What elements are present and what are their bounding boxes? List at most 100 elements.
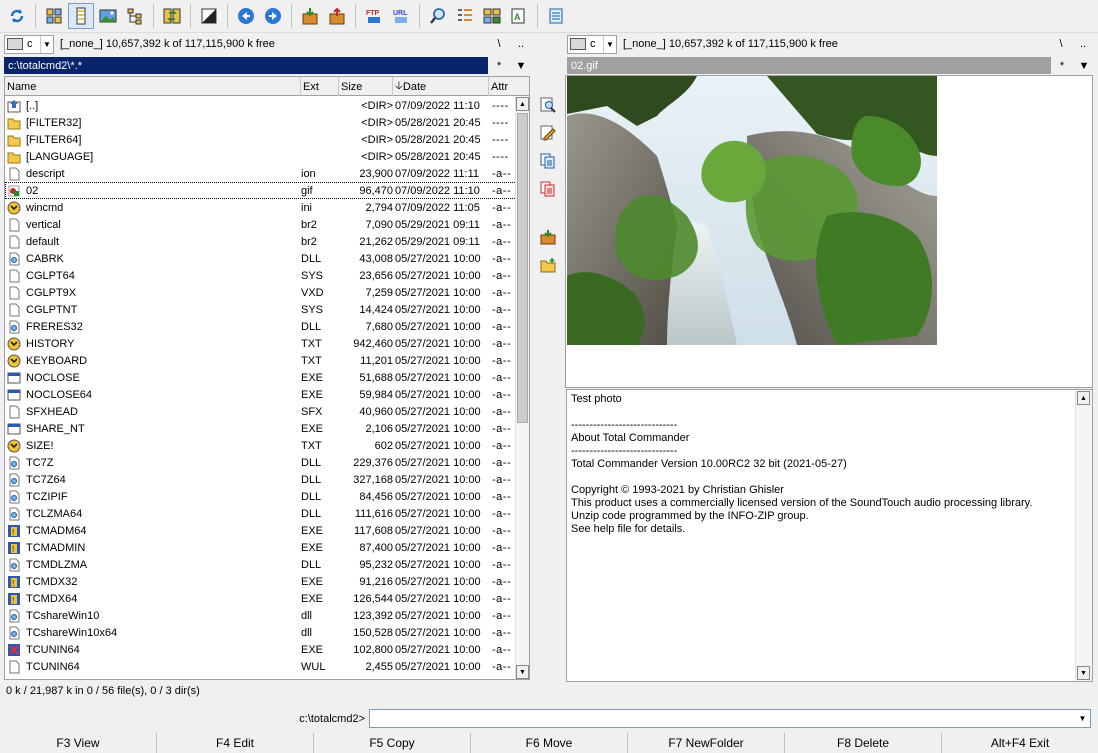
compare-button[interactable] [479,3,505,29]
command-input[interactable]: ▼ [369,709,1091,728]
f7-newfolder-button[interactable]: F7 NewFolder [627,733,784,753]
back-button[interactable] [233,3,259,29]
file-row[interactable]: CGLPT64 SYS 23,656 05/27/2021 10:00 -a-- [5,267,517,284]
left-drive-select[interactable]: c ▼ [4,34,54,54]
scroll-thumb[interactable] [517,113,528,423]
ftp-button[interactable]: FTP [361,3,387,29]
file-row[interactable]: SHARE_NT EXE 2,106 05/27/2021 10:00 -a-- [5,420,517,437]
column-size[interactable]: Size [339,77,393,96]
left-history-button[interactable]: ▼ [510,57,532,74]
pack-files-button[interactable] [537,226,559,248]
file-name: 02 [26,184,39,197]
move-files-button[interactable] [537,178,559,200]
file-row[interactable]: FRERES32 DLL 7,680 05/27/2021 10:00 -a-- [5,318,517,335]
scroll-down-button[interactable]: ▼ [1077,666,1090,680]
left-path[interactable]: c:\totalcmd2\*.* [4,57,488,74]
description-scrollbar[interactable]: ▲ ▼ [1075,390,1092,681]
brief-view-button[interactable] [41,3,67,29]
tc-exe-icon: ! [7,573,23,590]
left-hotlist-button[interactable]: * [488,57,510,74]
file-row[interactable]: CGLPT9X VXD 7,259 05/27/2021 10:00 -a-- [5,284,517,301]
quick-view-button[interactable] [537,94,559,116]
alt-f4-exit-button[interactable]: Alt+F4 Exit [941,733,1098,753]
pack-button[interactable] [297,3,323,29]
file-row[interactable]: 02 gif 96,470 07/09/2022 11:10 -a-- [5,182,517,199]
file-row[interactable]: TCZIPIF DLL 84,456 05/27/2021 10:00 -a-- [5,488,517,505]
f3-view-button[interactable]: F3 View [0,733,156,753]
scroll-down-button[interactable]: ▼ [516,665,529,679]
file-row[interactable]: default br2 21,262 05/29/2021 09:11 -a-- [5,233,517,250]
file-row[interactable]: [..] <DIR> 07/09/2022 11:10 ---- [5,97,517,114]
f5-copy-button[interactable]: F5 Copy [313,733,470,753]
f8-delete-button[interactable]: F8 Delete [784,733,941,753]
new-folder-button[interactable] [537,254,559,276]
edit-button[interactable]: A [506,3,532,29]
tree-view-icon [127,8,142,25]
tree-view-button[interactable] [122,3,148,29]
thumbnail-view-button[interactable] [95,3,121,29]
right-path[interactable]: 02.gif [567,57,1051,74]
description-box[interactable]: Test photo ----------------------------- A… [566,389,1093,682]
scroll-up-button[interactable]: ▲ [516,97,529,111]
f4-edit-button[interactable]: F4 Edit [156,733,313,753]
right-up-button[interactable]: .. [1072,34,1094,53]
right-drive-select[interactable]: c ▼ [567,34,617,54]
file-row[interactable]: [FILTER64] <DIR> 05/28/2021 20:45 ---- [5,131,517,148]
file-row[interactable]: wincmd ini 2,794 07/09/2022 11:05 -a-- [5,199,517,216]
file-row[interactable]: TCUNIN64 WUL 2,455 05/27/2021 10:00 -a-- [5,658,517,675]
left-file-panel[interactable]: Name Ext Size 🡣 Date Attr [..] <DIR> 07/09… [4,76,530,680]
file-row[interactable]: ! TCMDX64 EXE 126,544 05/27/2021 10:00 -a-- [5,590,517,607]
multi-rename-button[interactable] [452,3,478,29]
column-attr[interactable]: Attr [489,77,529,96]
sync-dirs-button[interactable] [159,3,185,29]
file-size: 7,259 [365,286,393,299]
file-row[interactable]: NOCLOSE EXE 51,688 05/27/2021 10:00 -a-- [5,369,517,386]
notepad-button[interactable] [543,3,569,29]
file-size: 2,794 [365,201,393,214]
column-name[interactable]: Name [5,77,301,96]
scroll-up-button[interactable]: ▲ [1077,391,1090,405]
file-row[interactable]: NOCLOSE64 EXE 59,984 05/27/2021 10:00 -a-- [5,386,517,403]
column-ext[interactable]: Ext [301,77,339,96]
file-row[interactable]: [FILTER32] <DIR> 05/28/2021 20:45 ---- [5,114,517,131]
file-row[interactable]: ! TCMADMIN EXE 87,400 05/27/2021 10:00 -a-- [5,539,517,556]
unpack-button[interactable] [324,3,350,29]
file-row[interactable]: KEYBOARD TXT 11,201 05/27/2021 10:00 -a-- [5,352,517,369]
file-row[interactable]: TCshareWin10 dll 123,392 05/27/2021 10:00 -a… [5,607,517,624]
file-row[interactable]: TCUNIN64 EXE 102,800 05/27/2021 10:00 -a-- [5,641,517,658]
file-row[interactable]: ! TCMADM64 EXE 117,608 05/27/2021 10:00 -a-- [5,522,517,539]
edit-file-button[interactable] [537,122,559,144]
column-date[interactable]: 🡣 Date [393,77,489,96]
left-up-button[interactable]: .. [510,34,532,53]
file-row[interactable]: CABRK DLL 43,008 05/27/2021 10:00 -a-- [5,250,517,267]
file-row[interactable]: SIZE! TXT 602 05/27/2021 10:00 -a-- [5,437,517,454]
file-row[interactable]: TCshareWin10x64 dll 150,528 05/27/2021 10:0… [5,624,517,641]
file-row[interactable]: SFXHEAD SFX 40,960 05/27/2021 10:00 -a-- [5,403,517,420]
left-scrollbar[interactable]: ▲ ▼ [515,97,529,679]
file-row[interactable]: TC7Z64 DLL 327,168 05/27/2021 10:00 -a-- [5,471,517,488]
middle-toolbar [537,94,559,282]
f6-move-button[interactable]: F6 Move [470,733,627,753]
search-button[interactable] [425,3,451,29]
file-row[interactable]: HISTORY TXT 942,460 05/27/2021 10:00 -a-- [5,335,517,352]
right-hotlist-button[interactable]: * [1051,57,1073,74]
file-size: 123,392 [353,609,393,622]
right-root-button[interactable]: \ [1050,34,1072,53]
file-row[interactable]: vertical br2 7,090 05/29/2021 09:11 -a-- [5,216,517,233]
file-row[interactable]: descript ion 23,900 07/09/2022 11:11 -a-- [5,165,517,182]
file-row[interactable]: CGLPTNT SYS 14,424 05/27/2021 10:00 -a-- [5,301,517,318]
file-row[interactable]: [LANGUAGE] <DIR> 05/28/2021 20:45 ---- [5,148,517,165]
file-row[interactable]: TC7Z DLL 229,376 05/27/2021 10:00 -a-- [5,454,517,471]
file-row[interactable]: ! TCMDX32 EXE 91,216 05/27/2021 10:00 -a-- [5,573,517,590]
right-history-button[interactable]: ▼ [1073,57,1095,74]
full-view-button[interactable] [68,3,94,29]
left-root-button[interactable]: \ [488,34,510,53]
invert-selection-button[interactable] [196,3,222,29]
file-row[interactable]: TCLZMA64 DLL 111,616 05/27/2021 10:00 -a-- [5,505,517,522]
copy-files-button[interactable] [537,150,559,172]
forward-button[interactable] [260,3,286,29]
file-row[interactable]: TCMDLZMA DLL 95,232 05/27/2021 10:00 -a-- [5,556,517,573]
refresh-button[interactable] [4,3,30,29]
chevron-down-icon[interactable]: ▼ [1076,711,1089,726]
url-button[interactable]: URL [388,3,414,29]
